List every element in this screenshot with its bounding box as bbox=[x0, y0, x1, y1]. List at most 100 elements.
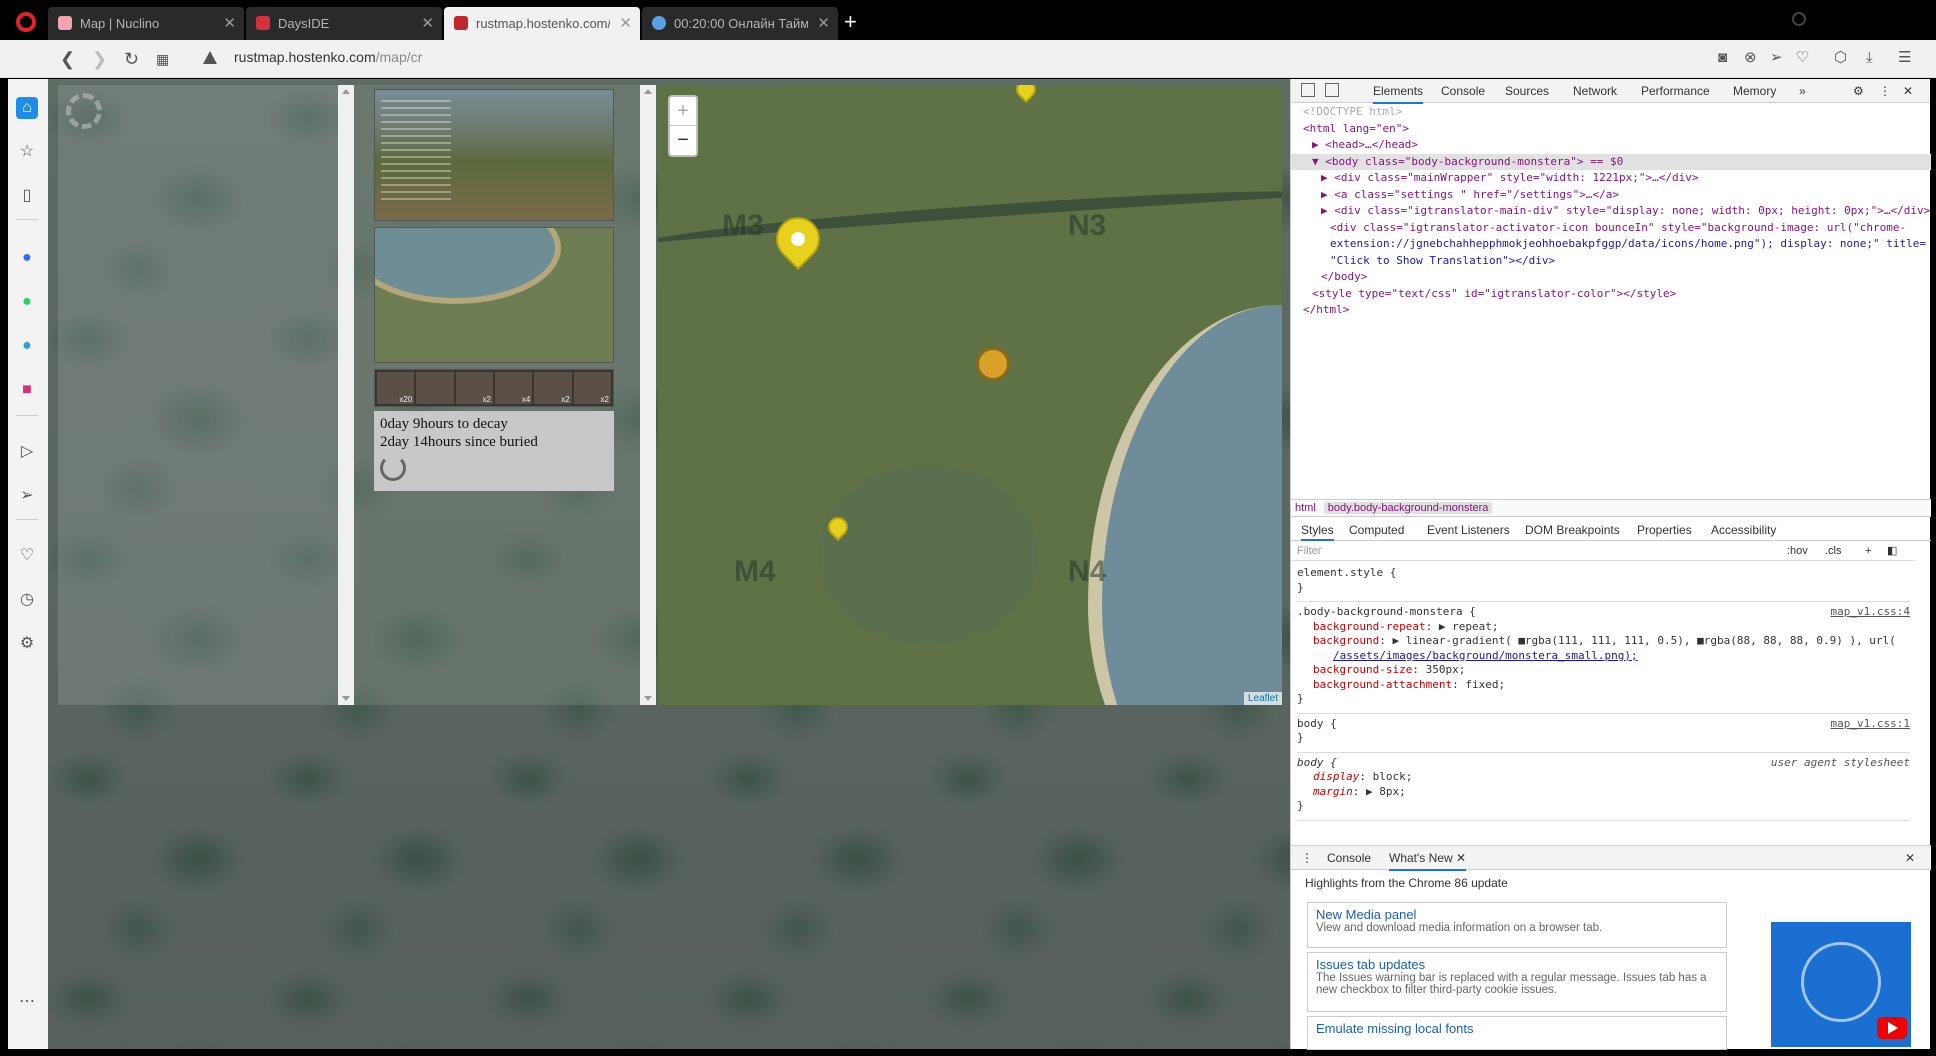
scroll-down-arrow[interactable] bbox=[644, 696, 652, 701]
back-icon[interactable]: ❮ bbox=[60, 47, 75, 71]
tab-elements[interactable]: Elements bbox=[1373, 84, 1424, 104]
leaflet-attribution-link[interactable]: Leaflet bbox=[1243, 692, 1282, 705]
left-panel-scrollbar[interactable] bbox=[338, 85, 354, 705]
more-icon[interactable]: ⋯ bbox=[16, 991, 38, 1013]
history-icon[interactable]: ◷ bbox=[16, 589, 38, 611]
css-rule[interactable]: .body-background-monstera {map_v1.css:4 b… bbox=[1297, 602, 1910, 714]
player-icon[interactable]: ▷ bbox=[16, 441, 38, 463]
dom-node-line[interactable]: "Click to Show Translation"></div> bbox=[1291, 253, 1931, 270]
crumb-body[interactable]: body.body-background-monstera bbox=[1323, 502, 1493, 514]
css-source-link[interactable]: map_v1.css:1 bbox=[1831, 717, 1910, 732]
css-property[interactable]: background-size: 350px; bbox=[1297, 663, 1910, 678]
screenshot-thumbnail-2[interactable] bbox=[374, 227, 614, 363]
zoom-in-button[interactable]: + bbox=[670, 97, 696, 126]
dom-node-line[interactable]: ▶ <head>…</head> bbox=[1291, 137, 1931, 154]
hover-state-toggle[interactable]: :hov bbox=[1787, 541, 1808, 561]
close-tab-icon[interactable]: ✕ bbox=[223, 7, 236, 40]
whats-new-card[interactable]: Emulate missing local fonts bbox=[1307, 1016, 1727, 1050]
close-tab-icon[interactable]: ✕ bbox=[619, 7, 632, 40]
messenger-icon[interactable]: ● bbox=[16, 247, 38, 269]
inspect-element-icon[interactable] bbox=[1301, 83, 1315, 97]
info-panel-scrollbar[interactable] bbox=[640, 85, 656, 705]
css-property[interactable]: background-repeat: ▶ repeat; bbox=[1297, 620, 1910, 635]
styles-filter-input[interactable]: Filter :hov .cls + ◧ bbox=[1291, 541, 1916, 561]
drawer-menu-icon[interactable]: ⋮ bbox=[1301, 851, 1313, 865]
whatsapp-icon[interactable]: ● bbox=[16, 291, 38, 313]
tab-timer[interactable]: 00:20:00 Онлайн Таймер ✕ bbox=[642, 7, 838, 40]
css-property[interactable]: background-attachment: fixed; bbox=[1297, 678, 1910, 693]
close-drawer-icon[interactable]: ✕ bbox=[1905, 851, 1915, 865]
kebab-menu-icon[interactable]: ⋮ bbox=[1879, 84, 1891, 98]
tab-styles[interactable]: Styles bbox=[1301, 523, 1334, 541]
send-icon[interactable]: ➢ bbox=[16, 485, 38, 507]
tab-memory[interactable]: Memory bbox=[1733, 84, 1776, 98]
dom-node-line[interactable]: extension://jgnebchahhepphmokjeohhoebakp… bbox=[1291, 236, 1931, 253]
bookmark-icon[interactable]: ☆ bbox=[16, 141, 38, 163]
tab-computed[interactable]: Computed bbox=[1349, 523, 1404, 537]
scroll-down-arrow[interactable] bbox=[342, 696, 350, 701]
home-icon[interactable]: ⌂ bbox=[16, 97, 38, 119]
close-tab-icon[interactable]: ✕ bbox=[1456, 851, 1466, 865]
dom-node-line[interactable]: ▶ <div class="mainWrapper" style="width:… bbox=[1291, 170, 1931, 187]
css-property[interactable]: display: block; bbox=[1297, 770, 1910, 785]
device-toolbar-icon[interactable] bbox=[1325, 83, 1339, 97]
extensions-icon[interactable]: ⬡ bbox=[1834, 48, 1847, 68]
drawer-tab-console[interactable]: Console bbox=[1327, 851, 1371, 865]
loot-coin-icon[interactable] bbox=[976, 347, 1010, 381]
css-property[interactable]: margin: ▶ 8px; bbox=[1297, 785, 1910, 800]
dom-node-line[interactable]: </html> bbox=[1291, 302, 1931, 319]
tab-console[interactable]: Console bbox=[1441, 84, 1485, 98]
class-toggle[interactable]: .cls bbox=[1825, 541, 1842, 561]
camera-icon[interactable]: ◙ bbox=[1718, 48, 1727, 68]
scroll-up-arrow[interactable] bbox=[644, 89, 652, 94]
close-tab-icon[interactable]: ✕ bbox=[817, 7, 830, 40]
not-secure-icon[interactable] bbox=[203, 51, 217, 64]
tab-network[interactable]: Network bbox=[1573, 84, 1617, 98]
tab-dom-breakpoints[interactable]: DOM Breakpoints bbox=[1525, 523, 1620, 537]
crumb-html[interactable]: html bbox=[1295, 502, 1316, 514]
dom-node-line[interactable]: <html lang="en"> bbox=[1291, 121, 1931, 138]
heart-icon[interactable]: ♡ bbox=[16, 545, 38, 567]
tab-event-listeners[interactable]: Event Listeners bbox=[1427, 523, 1510, 537]
marker-pin-icon[interactable] bbox=[1011, 85, 1041, 104]
settings-gear-icon[interactable] bbox=[66, 93, 102, 129]
css-property[interactable]: background: ▶ linear-gradient( ■rgba(111… bbox=[1297, 634, 1910, 649]
tab-nuclino[interactable]: Map | Nuclino ✕ bbox=[48, 7, 244, 40]
drawer-tab-whats-new[interactable]: What's New ✕ bbox=[1389, 851, 1467, 871]
selected-marker-pin-icon[interactable] bbox=[766, 207, 830, 271]
telegram-icon[interactable]: ● bbox=[16, 335, 38, 357]
close-tab-icon[interactable]: ✕ bbox=[421, 7, 434, 40]
css-rule[interactable]: body {user agent stylesheet display: bloc… bbox=[1297, 753, 1910, 821]
dom-node-line[interactable]: <div class="igtranslator-activator-icon … bbox=[1291, 220, 1931, 237]
leaflet-map[interactable]: M3 N3 M4 N4 + − Leaflet bbox=[658, 85, 1282, 705]
dom-node-line[interactable]: <!DOCTYPE html> bbox=[1291, 104, 1931, 121]
css-source-link[interactable]: map_v1.css:4 bbox=[1831, 605, 1910, 620]
tab-rustmap[interactable]: rustmap.hostenko.com/ma ✕ bbox=[444, 7, 640, 40]
url-field[interactable]: rustmap.hostenko.com/map/cr bbox=[234, 49, 422, 65]
forward-icon[interactable]: ❯ bbox=[92, 47, 107, 71]
new-tab-button[interactable]: + bbox=[844, 7, 857, 37]
css-property[interactable]: /assets/images/background/monstera_small… bbox=[1297, 649, 1910, 664]
heart-icon[interactable]: ♡ bbox=[1796, 48, 1809, 68]
download-icon[interactable]: ⤓ bbox=[1866, 48, 1873, 68]
send-icon[interactable]: ➢ bbox=[1770, 48, 1783, 68]
close-devtools-icon[interactable]: ✕ bbox=[1903, 84, 1913, 98]
reader-icon[interactable]: ▯ bbox=[16, 185, 38, 207]
settings-icon[interactable]: ⚙ bbox=[16, 633, 38, 655]
youtube-play-icon[interactable] bbox=[1877, 1017, 1907, 1039]
dom-node-line[interactable]: ▶ <a class="settings " href="/settings">… bbox=[1291, 187, 1931, 204]
whats-new-card[interactable]: Issues tab updates The Issues warning ba… bbox=[1307, 952, 1727, 1012]
tab-daysIDE[interactable]: DaysIDE ✕ bbox=[246, 7, 442, 40]
dom-node-line[interactable]: ▶ <div class="igtranslator-main-div" sty… bbox=[1291, 203, 1931, 220]
whats-new-card[interactable]: New Media panel View and download media … bbox=[1307, 902, 1727, 948]
css-rule[interactable]: element.style {} bbox=[1297, 563, 1910, 602]
promo-video-thumbnail[interactable] bbox=[1771, 922, 1911, 1047]
new-rule-icon[interactable]: + bbox=[1865, 541, 1871, 561]
css-rule[interactable]: body {map_v1.css:1} bbox=[1297, 714, 1910, 753]
more-tabs-button[interactable]: » bbox=[1799, 84, 1806, 98]
easy-setup-icon[interactable]: ☰ bbox=[1898, 48, 1911, 68]
zoom-out-button[interactable]: − bbox=[670, 126, 696, 155]
tab-performance[interactable]: Performance bbox=[1641, 84, 1710, 98]
tabs-grid-icon[interactable]: ▦ bbox=[156, 47, 169, 71]
settings-gear-icon[interactable]: ⚙ bbox=[1853, 84, 1864, 98]
